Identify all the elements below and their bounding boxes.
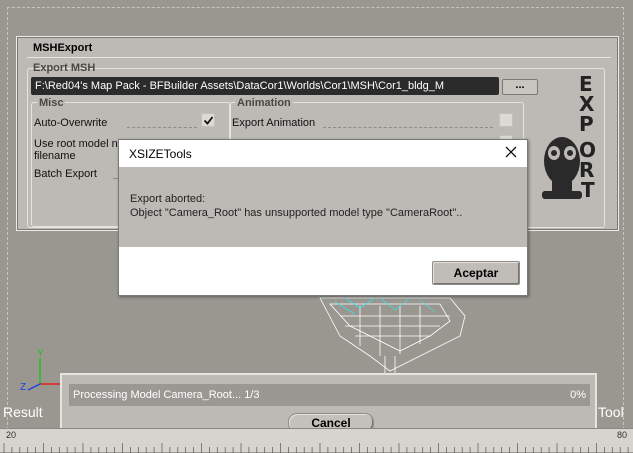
result-label: Result <box>3 404 43 420</box>
export-animation-checkbox[interactable] <box>499 113 513 127</box>
checkmark-icon <box>203 116 214 125</box>
auto-overwrite-checkbox[interactable] <box>201 113 215 127</box>
export-msh-label: Export MSH <box>33 62 96 74</box>
close-icon[interactable] <box>503 144 519 160</box>
progress-bar: Processing Model Camera_Root... 1/3 0% <box>69 384 590 406</box>
axis-y-label: Y <box>37 348 44 359</box>
misc-label: Misc <box>37 97 66 109</box>
batch-export-label: Batch Export <box>34 168 97 180</box>
export-path-field[interactable]: F:\Red04's Map Pack - BFBuilder Assets\D… <box>31 77 499 95</box>
ruler-start-value: 20 <box>6 430 17 440</box>
svg-text:T: T <box>581 178 595 202</box>
auto-overwrite-label: Auto-Overwrite <box>34 117 108 129</box>
progress-percent: 0% <box>570 389 586 401</box>
panel-title: MSHExport <box>33 42 93 54</box>
tool-label: Tool <box>598 404 624 420</box>
ruler-end-value: 80 <box>617 430 628 440</box>
panel-divider <box>27 57 611 58</box>
timeline-ruler[interactable]: 20 80 <box>0 428 633 453</box>
root-model-label-2: filename <box>34 150 76 162</box>
dialog-message-detail: Object "Camera_Root" has unsupported mod… <box>130 207 463 219</box>
ruler-ticks <box>3 443 629 453</box>
xsizetools-dialog: XSIZETools Export aborted: Object "Camer… <box>118 139 528 296</box>
dialog-message-heading: Export aborted: <box>130 193 206 205</box>
dialog-title: XSIZETools <box>129 147 192 161</box>
dialog-footer: Aceptar <box>119 247 527 295</box>
dialog-body: Export aborted: Object "Camera_Root" has… <box>119 167 527 247</box>
dotted-leader <box>323 127 493 128</box>
export-logo-icon: E X P O R T <box>542 73 596 202</box>
accept-button[interactable]: Aceptar <box>432 261 520 285</box>
wireframe-model <box>319 297 466 375</box>
animation-label: Animation <box>235 97 293 109</box>
progress-status-text: Processing Model Camera_Root... 1/3 <box>73 389 260 401</box>
export-animation-label: Export Animation <box>232 117 316 129</box>
axis-z-label: Z <box>20 382 26 393</box>
svg-text:P: P <box>579 112 594 136</box>
root-model-label: Use root model na <box>34 138 124 150</box>
dotted-leader <box>127 127 197 128</box>
